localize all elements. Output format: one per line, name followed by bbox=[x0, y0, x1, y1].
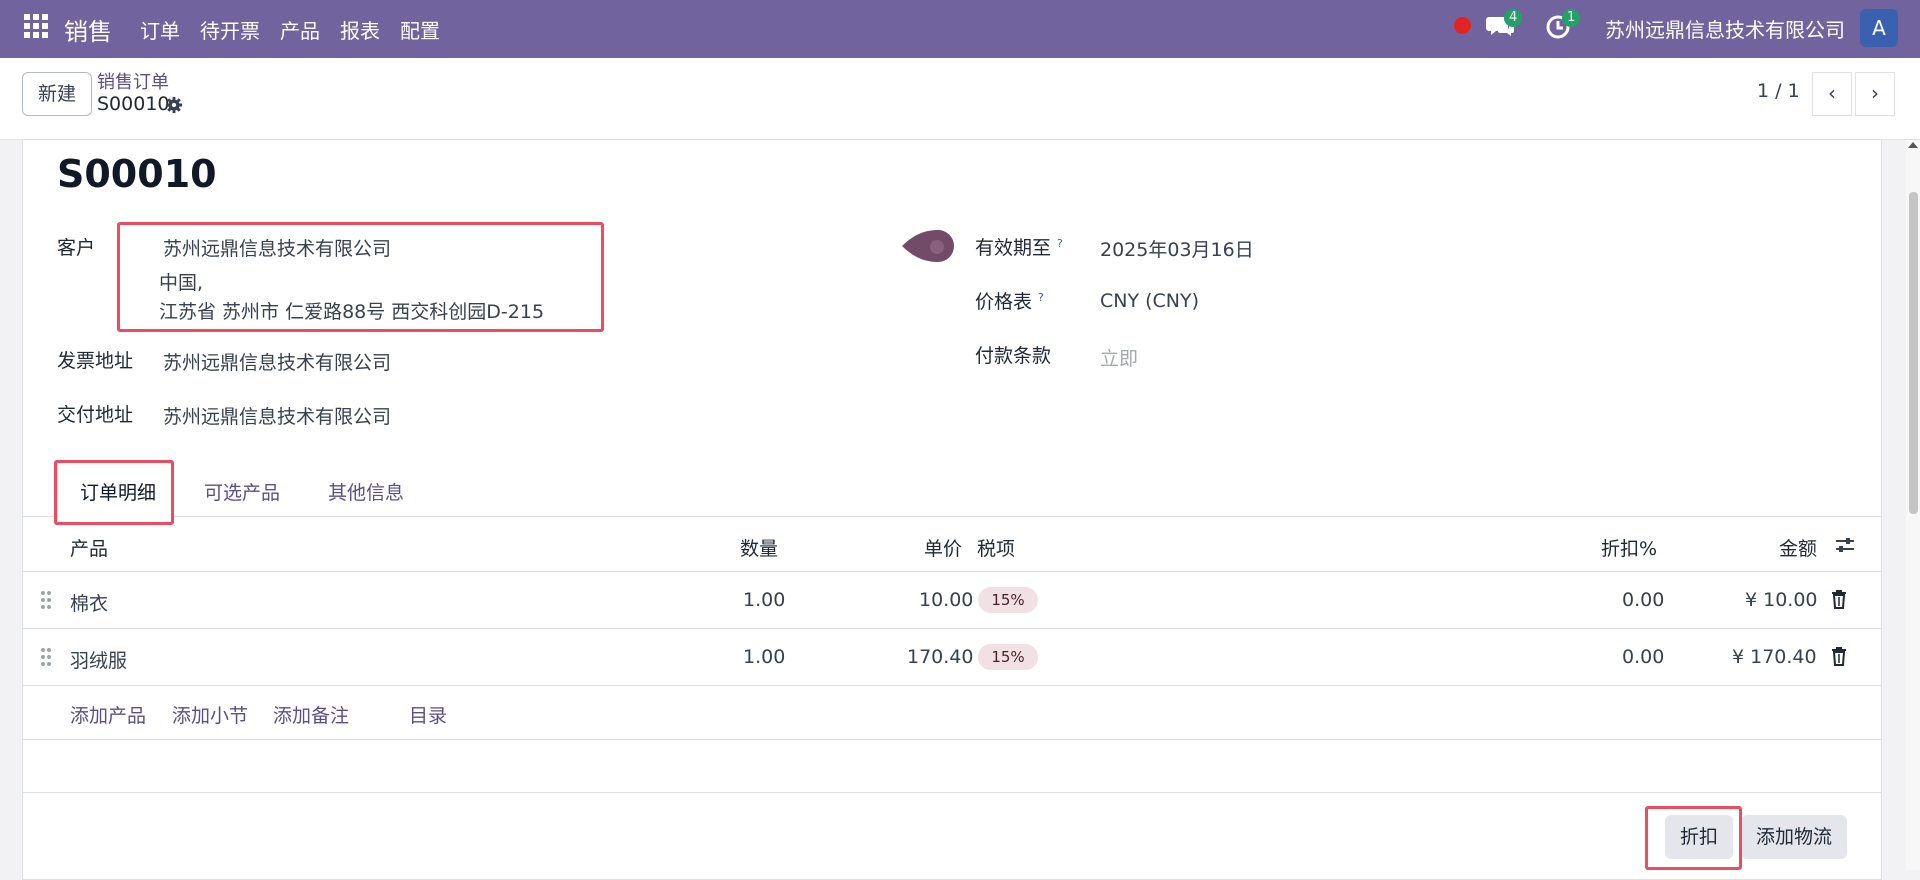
row-divider bbox=[22, 739, 1882, 740]
menu-reporting[interactable]: 报表 bbox=[340, 15, 380, 44]
row-divider bbox=[22, 685, 1882, 686]
column-header-amount[interactable]: 金额 bbox=[1779, 534, 1817, 561]
scrollbar-thumb[interactable] bbox=[1909, 192, 1918, 514]
drag-handle-icon[interactable] bbox=[40, 647, 52, 667]
row-1-discount[interactable]: 0.00 bbox=[1622, 589, 1664, 611]
payment-terms-field[interactable]: 立即 bbox=[1100, 344, 1138, 371]
breadcrumb-sales-orders[interactable]: 销售订单 bbox=[97, 68, 169, 94]
row-divider bbox=[22, 628, 1882, 629]
add-note-link[interactable]: 添加备注 bbox=[273, 701, 349, 728]
activities-count-badge: 1 bbox=[1562, 9, 1581, 27]
header-divider bbox=[22, 571, 1882, 572]
payment-terms-label: 付款条款 bbox=[975, 345, 1052, 367]
row-2-quantity[interactable]: 1.00 bbox=[743, 646, 785, 668]
validity-help-icon[interactable]: ? bbox=[1057, 237, 1063, 250]
row-2-tax-badge[interactable]: 15% bbox=[978, 644, 1038, 670]
column-header-unit-price[interactable]: 单价 bbox=[924, 534, 962, 561]
row-1-tax-badge[interactable]: 15% bbox=[978, 587, 1038, 613]
row-2-discount[interactable]: 0.00 bbox=[1622, 646, 1664, 668]
invoice-address-label: 发票地址 bbox=[57, 350, 134, 372]
row-2-amount: ¥ 170.40 bbox=[1732, 646, 1817, 668]
add-shipping-button[interactable]: 添加物流 bbox=[1741, 815, 1847, 859]
highlight-customer-box bbox=[117, 222, 604, 332]
validity-label-text: 有效期至 bbox=[975, 237, 1052, 259]
scroll-up-arrow-icon[interactable] bbox=[1908, 142, 1918, 148]
add-section-link[interactable]: 添加小节 bbox=[172, 701, 248, 728]
user-avatar[interactable]: A bbox=[1860, 9, 1898, 47]
pricelist-label: 价格表? bbox=[975, 287, 1044, 314]
pager-value[interactable]: 1 / 1 bbox=[1757, 80, 1800, 102]
add-product-link[interactable]: 添加产品 bbox=[70, 701, 146, 728]
tab-optional-products[interactable]: 可选产品 bbox=[204, 478, 280, 505]
menu-to-invoice[interactable]: 待开票 bbox=[200, 15, 260, 44]
record-title: S00010 bbox=[57, 152, 217, 196]
column-header-taxes[interactable]: 税项 bbox=[977, 534, 1015, 561]
pager-next-button[interactable]: › bbox=[1855, 72, 1895, 116]
pricelist-field[interactable]: CNY (CNY) bbox=[1100, 290, 1199, 312]
vertical-scrollbar[interactable] bbox=[1906, 140, 1920, 870]
column-header-product[interactable]: 产品 bbox=[70, 534, 108, 561]
tabs-divider bbox=[22, 516, 1882, 517]
pricelist-help-icon[interactable]: ? bbox=[1038, 291, 1044, 304]
company-switcher[interactable]: 苏州远鼎信息技术有限公司 bbox=[1605, 14, 1845, 43]
delivery-address-field[interactable]: 苏州远鼎信息技术有限公司 bbox=[163, 402, 391, 429]
delivery-address-label: 交付地址 bbox=[57, 404, 134, 426]
highlight-tab-box bbox=[54, 460, 174, 525]
validity-label: 有效期至? bbox=[975, 233, 1063, 260]
row-1-amount: ¥ 10.00 bbox=[1745, 589, 1818, 611]
trash-icon[interactable] bbox=[1830, 646, 1848, 666]
pricelist-label-text: 价格表 bbox=[975, 291, 1033, 313]
row-1-unit-price[interactable]: 10.00 bbox=[919, 589, 973, 611]
menu-orders[interactable]: 订单 bbox=[140, 15, 180, 44]
invoice-address-field[interactable]: 苏州远鼎信息技术有限公司 bbox=[163, 348, 391, 375]
column-header-discount[interactable]: 折扣% bbox=[1601, 534, 1657, 561]
row-divider bbox=[22, 792, 1882, 793]
gear-icon[interactable] bbox=[165, 96, 183, 114]
row-2-product[interactable]: 羽绒服 bbox=[70, 646, 127, 673]
control-panel: 新建 销售订单 S00010 1 / 1 ‹ › bbox=[0, 58, 1920, 140]
new-button[interactable]: 新建 bbox=[22, 72, 92, 116]
messages-count-badge: 4 bbox=[1504, 9, 1523, 27]
row-1-quantity[interactable]: 1.00 bbox=[743, 589, 785, 611]
recording-indicator-icon[interactable] bbox=[1454, 17, 1471, 34]
highlight-discount-box bbox=[1645, 806, 1742, 870]
top-menu: 订单 待开票 产品 报表 配置 bbox=[140, 15, 440, 44]
validity-date-field[interactable]: 2025年03月16日 bbox=[1100, 235, 1254, 262]
drag-handle-icon[interactable] bbox=[40, 590, 52, 610]
row-2-unit-price[interactable]: 170.40 bbox=[907, 646, 973, 668]
breadcrumb-current-record: S00010 bbox=[97, 93, 170, 115]
top-navbar: 销售 订单 待开票 产品 报表 配置 4 1 苏州远鼎信息技术有限公司 A bbox=[0, 0, 1920, 58]
column-header-quantity[interactable]: 数量 bbox=[740, 534, 778, 561]
tab-other-info[interactable]: 其他信息 bbox=[328, 478, 404, 505]
pager-previous-button[interactable]: ‹ bbox=[1812, 72, 1852, 116]
app-name[interactable]: 销售 bbox=[64, 12, 112, 47]
optional-columns-icon[interactable] bbox=[1834, 534, 1856, 556]
trash-icon[interactable] bbox=[1830, 589, 1848, 609]
drop-shape-icon bbox=[902, 230, 954, 262]
menu-configuration[interactable]: 配置 bbox=[400, 15, 440, 44]
catalog-link[interactable]: 目录 bbox=[409, 701, 447, 728]
row-1-product[interactable]: 棉衣 bbox=[70, 589, 108, 616]
app-grid-icon[interactable] bbox=[24, 14, 48, 38]
customer-label: 客户 bbox=[57, 237, 96, 259]
menu-products[interactable]: 产品 bbox=[280, 15, 320, 44]
